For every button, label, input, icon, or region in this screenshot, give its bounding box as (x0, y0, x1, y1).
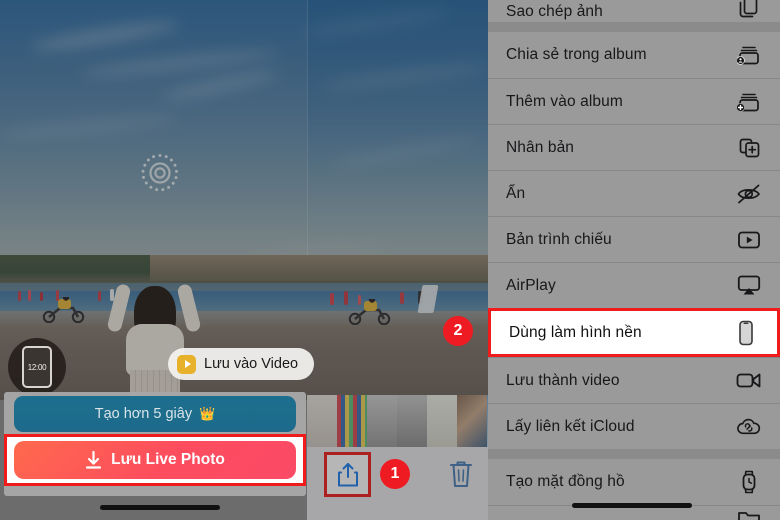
menu-item-copy-photo[interactable]: Sao chép ảnh (488, 0, 780, 22)
share-action-sheet: Sao chép ảnh Chia sẻ trong album Thêm và… (488, 0, 780, 520)
save-to-video-pill[interactable]: Lưu vào Video (168, 348, 315, 380)
menu-item-airplay[interactable]: AirPlay (488, 262, 780, 308)
cloud (160, 67, 280, 104)
video-camera-icon (736, 368, 762, 394)
motorbike (40, 297, 86, 323)
filmstrip-thumb[interactable] (397, 395, 427, 447)
filmstrip-thumb[interactable] (427, 395, 457, 447)
cloud (0, 112, 181, 141)
cloud (29, 16, 181, 56)
processing-spinner-icon (137, 150, 183, 196)
menu-item-icloud-link[interactable]: Lấy liên kết iCloud (488, 403, 780, 449)
menu-item-label: AirPlay (506, 276, 556, 294)
menu-item-label: Tạo mặt đồng hồ (506, 473, 625, 490)
folder-icon (736, 506, 762, 520)
copy-photo-icon (736, 0, 762, 21)
share-icon[interactable] (337, 462, 359, 488)
person-figure (18, 291, 21, 301)
step-badge-1: 1 (380, 459, 410, 489)
menu-item-create-watch-face[interactable]: Tạo mặt đồng hồ (488, 459, 780, 505)
video-play-icon (177, 354, 196, 374)
menu-item-save-as-video[interactable]: Lưu thành video (488, 357, 780, 403)
create-longer-button[interactable]: Tạo hơn 5 giây 👑 (14, 396, 296, 432)
screenshot-root: 12:00 Lưu vào Video Tạo hơn 5 giây 👑 Lưu… (0, 0, 780, 520)
menu-group-separator (488, 449, 780, 459)
save-live-photo-button[interactable]: Lưu Live Photo (14, 441, 296, 479)
home-indicator (572, 503, 692, 508)
step-badge-2: 2 (443, 316, 473, 346)
add-to-album-icon (736, 89, 762, 115)
icloud-link-icon (736, 414, 762, 440)
arm (176, 283, 202, 333)
filmstrip-thumb[interactable] (367, 395, 397, 447)
menu-item-label: Lưu thành video (506, 371, 620, 389)
slideshow-icon (736, 227, 762, 253)
person-figure (28, 290, 31, 301)
live-photo-editor-pane: 12:00 Lưu vào Video Tạo hơn 5 giây 👑 Lưu… (0, 0, 488, 520)
save-live-photo-label: Lưu Live Photo (111, 451, 225, 468)
second-screenshot-column (307, 0, 488, 520)
share-button-highlight (324, 452, 371, 497)
menu-item-add-to-album[interactable]: Thêm vào album (488, 78, 780, 124)
menu-item-slideshow[interactable]: Bản trình chiếu (488, 216, 780, 262)
menu-item-label: Bản trình chiếu (506, 230, 612, 248)
menu-item-label: Thêm vào album (506, 92, 623, 110)
crown-icon: 👑 (199, 406, 216, 421)
time-label: 12:00 (27, 362, 47, 372)
home-indicator (100, 505, 220, 510)
menu-item-label: Nhân bản (506, 138, 575, 156)
create-longer-label: Tạo hơn 5 giây (94, 406, 193, 422)
menu-item-label: Ẩn (506, 184, 526, 202)
hide-eye-slash-icon (736, 181, 762, 207)
menu-item-shared-album[interactable]: Chia sẻ trong album (488, 32, 780, 78)
menu-item-hide[interactable]: Ẩn (488, 170, 780, 216)
duplicate-icon (736, 135, 762, 161)
photo-subject-person (106, 272, 202, 402)
menu-item-label: Chia sẻ trong album (506, 46, 647, 63)
phone-outline: 12:00 (22, 346, 52, 388)
trash-icon[interactable] (448, 458, 474, 490)
filmstrip-thumb[interactable] (457, 395, 487, 447)
menu-item-label: Dùng làm hình nền (509, 323, 642, 341)
menu-group-2: Tạo mặt đồng hồ (488, 459, 780, 520)
menu-group-separator (488, 22, 780, 32)
download-arrow-icon (85, 450, 102, 470)
arm (106, 283, 132, 333)
menu-group-1: Chia sẻ trong album Thêm vào album Nhân … (488, 32, 780, 449)
apple-watch-icon (736, 469, 762, 495)
shared-album-icon (736, 42, 762, 68)
lockscreen-phone-icon: 12:00 (8, 338, 66, 396)
menu-group-0: Sao chép ảnh (488, 0, 780, 22)
menu-item-label: Sao chép ảnh (506, 3, 603, 20)
filmstrip-thumb[interactable] (337, 395, 367, 447)
menu-item-duplicate[interactable]: Nhân bản (488, 124, 780, 170)
iphone-wallpaper-icon (733, 320, 759, 346)
menu-item-use-as-wallpaper[interactable]: Dùng làm hình nền (488, 308, 780, 357)
filmstrip-thumb[interactable] (307, 395, 337, 447)
save-to-video-label: Lưu vào Video (204, 356, 299, 372)
person-figure (98, 291, 101, 301)
menu-item-label: Lấy liên kết iCloud (506, 417, 635, 435)
airplay-icon (736, 273, 762, 299)
photo-filmstrip[interactable] (307, 395, 488, 447)
